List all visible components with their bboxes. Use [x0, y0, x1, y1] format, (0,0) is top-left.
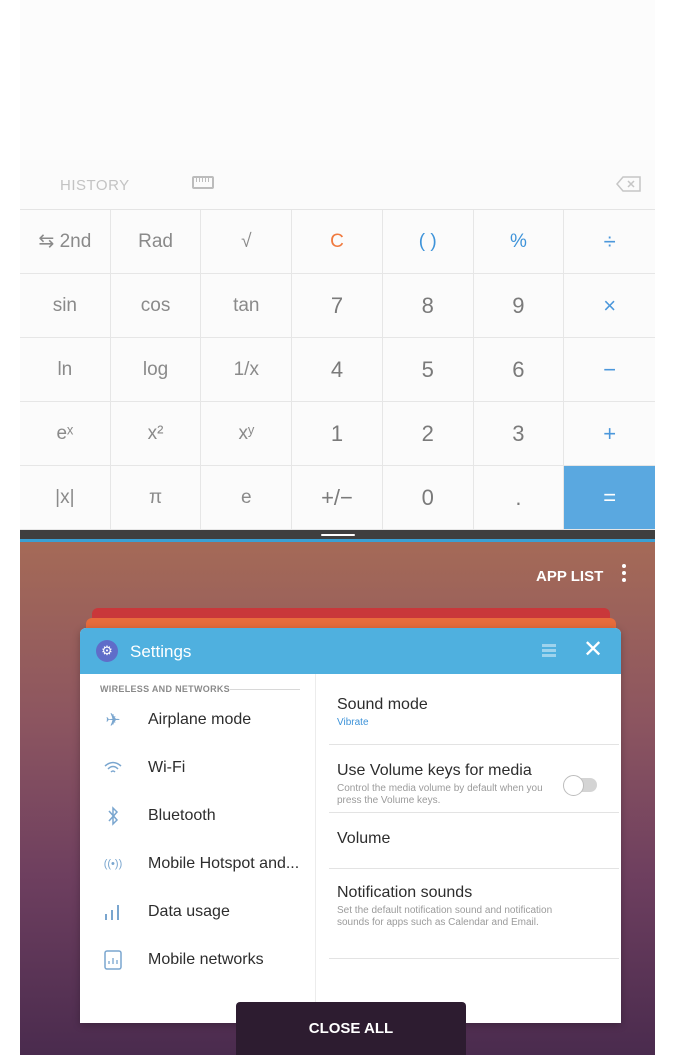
- settings-item-bluetooth[interactable]: Bluetooth: [100, 796, 315, 836]
- data-usage-icon: [100, 900, 126, 924]
- key-reciprocal[interactable]: 1/x: [201, 338, 293, 402]
- key-multiply[interactable]: ×: [564, 274, 655, 338]
- sound-mode-title: Sound mode: [337, 696, 428, 713]
- settings-gear-icon: ⚙: [96, 640, 118, 662]
- volume-item[interactable]: Volume: [337, 830, 607, 848]
- settings-category-list: WIRELESS AND NETWORKS ✈ Airplane mode Wi…: [80, 674, 316, 1023]
- separator: [329, 744, 619, 745]
- key-2nd[interactable]: ⇆ 2nd: [20, 210, 111, 274]
- bluetooth-icon: [100, 804, 126, 828]
- key-power[interactable]: xʸ: [201, 402, 293, 466]
- key-1[interactable]: 1: [292, 402, 383, 466]
- separator: [329, 868, 619, 869]
- key-clear[interactable]: C: [292, 210, 383, 274]
- settings-item-mobile-networks[interactable]: Mobile networks: [100, 940, 315, 980]
- key-parentheses[interactable]: ( ): [382, 210, 474, 274]
- key-9[interactable]: 9: [473, 274, 565, 338]
- settings-item-label: Wi-Fi: [148, 759, 186, 776]
- key-4[interactable]: 4: [292, 338, 383, 402]
- key-add[interactable]: +: [564, 402, 655, 466]
- keypad: ⇆ 2nd Rad √ C ( ) % ÷ sin cos tan 7 8 9 …: [20, 210, 655, 530]
- settings-item-label: Data usage: [148, 903, 230, 920]
- key-5[interactable]: 5: [382, 338, 474, 402]
- calculator-display: [20, 0, 655, 160]
- settings-app-card[interactable]: ⚙ Settings ✕ WIRELESS AND NETWORKS ✈ Air…: [80, 628, 621, 1023]
- settings-item-hotspot[interactable]: ((•)) Mobile Hotspot and...: [100, 844, 315, 884]
- sound-mode-value: Vibrate: [337, 717, 369, 728]
- key-sqrt[interactable]: √: [201, 210, 293, 274]
- volume-keys-item[interactable]: Use Volume keys for media Control the me…: [337, 762, 557, 807]
- backspace-icon[interactable]: [616, 176, 642, 192]
- separator: [329, 812, 619, 813]
- wifi-icon: [100, 756, 126, 780]
- key-8[interactable]: 8: [382, 274, 474, 338]
- volume-keys-toggle[interactable]: [563, 775, 597, 796]
- key-6[interactable]: 6: [473, 338, 565, 402]
- settings-card-header: ⚙ Settings ✕: [80, 628, 621, 674]
- notification-sounds-item[interactable]: Notification sounds Set the default noti…: [337, 884, 577, 929]
- key-exp[interactable]: eˣ: [20, 402, 111, 466]
- app-list-button[interactable]: APP LIST: [536, 568, 603, 585]
- sound-mode-item[interactable]: Sound mode Vibrate: [337, 696, 607, 729]
- key-pi[interactable]: π: [110, 466, 202, 530]
- key-0[interactable]: 0: [382, 466, 474, 530]
- airplane-icon: ✈: [105, 709, 121, 730]
- key-7[interactable]: 7: [292, 274, 383, 338]
- settings-item-data-usage[interactable]: Data usage: [100, 892, 315, 932]
- history-bar: HISTORY: [20, 160, 655, 210]
- settings-item-label: Airplane mode: [148, 711, 252, 728]
- unit-converter-icon[interactable]: [192, 176, 214, 189]
- hotspot-icon: ((•)): [103, 858, 123, 870]
- settings-item-airplane[interactable]: ✈ Airplane mode: [100, 700, 315, 740]
- history-button[interactable]: HISTORY: [60, 177, 130, 194]
- key-square[interactable]: x²: [110, 402, 202, 466]
- key-ln[interactable]: ln: [20, 338, 111, 402]
- key-log[interactable]: log: [110, 338, 202, 402]
- close-icon[interactable]: ✕: [583, 637, 603, 663]
- key-abs[interactable]: |x|: [20, 466, 111, 530]
- settings-item-label: Mobile Hotspot and...: [148, 855, 300, 872]
- split-screen-divider[interactable]: [20, 530, 655, 539]
- key-decimal[interactable]: .: [473, 466, 565, 530]
- notification-sounds-description: Set the default notification sound and n…: [337, 905, 553, 928]
- calculator-app: HISTORY ⇆ 2nd Rad √ C ( ) % ÷ sin cos ta…: [0, 0, 675, 538]
- key-cos[interactable]: cos: [110, 274, 202, 338]
- recent-apps-pane: APP LIST ⚙ Settings ✕ WIRELESS AND NETWO…: [20, 542, 655, 1055]
- volume-keys-title: Use Volume keys for media: [337, 762, 532, 779]
- key-negate[interactable]: +/−: [292, 466, 383, 530]
- key-subtract[interactable]: −: [564, 338, 655, 402]
- key-divide[interactable]: ÷: [564, 210, 655, 274]
- settings-item-label: Bluetooth: [148, 807, 216, 824]
- notification-sounds-title: Notification sounds: [337, 884, 473, 901]
- key-percent[interactable]: %: [473, 210, 565, 274]
- settings-item-wifi[interactable]: Wi-Fi: [100, 748, 315, 788]
- close-all-button[interactable]: CLOSE ALL: [236, 1002, 466, 1055]
- volume-keys-description: Control the media volume by default when…: [337, 783, 543, 806]
- mobile-networks-icon: [100, 948, 126, 972]
- key-e[interactable]: e: [201, 466, 293, 530]
- separator: [329, 958, 619, 959]
- key-sin[interactable]: sin: [20, 274, 111, 338]
- settings-item-label: Mobile networks: [148, 951, 264, 968]
- section-label: WIRELESS AND NETWORKS: [100, 684, 230, 694]
- volume-title: Volume: [337, 830, 391, 847]
- key-rad[interactable]: Rad: [110, 210, 202, 274]
- key-tan[interactable]: tan: [201, 274, 293, 338]
- more-options-icon[interactable]: [620, 564, 628, 584]
- settings-card-title: Settings: [130, 642, 192, 661]
- key-equals[interactable]: =: [564, 466, 655, 530]
- key-2[interactable]: 2: [382, 402, 474, 466]
- key-3[interactable]: 3: [473, 402, 565, 466]
- section-divider: [230, 689, 300, 690]
- settings-detail-pane: Sound mode Vibrate Use Volume keys for m…: [317, 674, 621, 1023]
- split-view-icon[interactable]: [542, 644, 556, 658]
